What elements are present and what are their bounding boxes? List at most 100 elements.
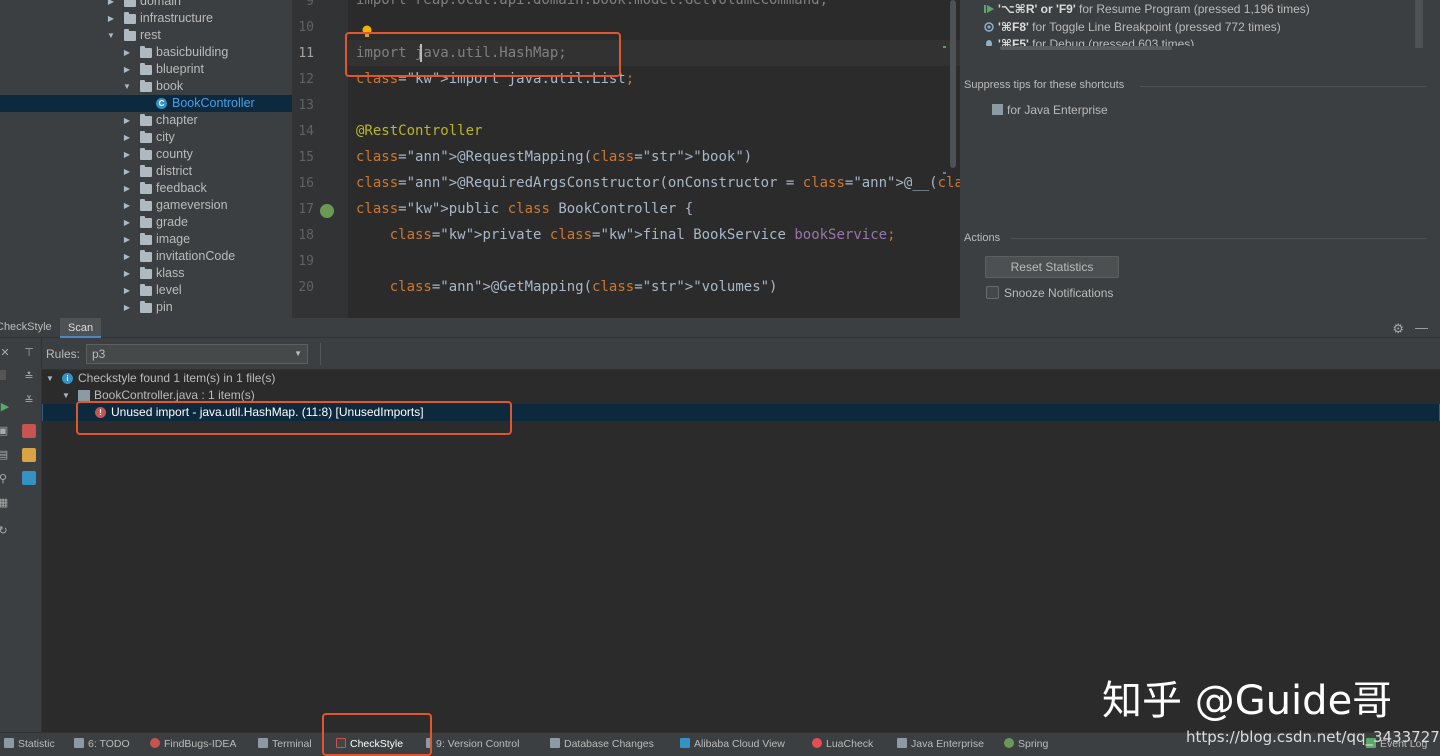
debug-icon: [986, 40, 992, 46]
toolwindow-terminal[interactable]: Terminal: [258, 738, 312, 750]
folder-icon: [140, 250, 152, 262]
tree-item-gameversion[interactable]: ▶ gameversion: [0, 197, 292, 214]
checkbox-box[interactable]: [986, 286, 999, 299]
database-icon: [550, 738, 560, 748]
chevron-right-icon[interactable]: ▶: [122, 265, 132, 282]
chevron-right-icon[interactable]: ▶: [122, 129, 132, 146]
spring-bean-icon[interactable]: [320, 204, 334, 218]
tips-horizontal-scrollbar[interactable]: [1000, 46, 1172, 50]
chevron-right-icon[interactable]: ▶: [122, 180, 132, 197]
gear-icon[interactable]: ⚙: [1392, 321, 1404, 337]
suppress-item-java-enterprise[interactable]: for Java Enterprise: [992, 103, 1108, 117]
chevron-right-icon[interactable]: ▶: [122, 112, 132, 129]
toolwindow-alibaba-cloud-view[interactable]: Alibaba Cloud View: [680, 738, 785, 750]
refresh-icon[interactable]: ↻: [0, 524, 10, 538]
tree-item-invitationcode[interactable]: ▶ invitationCode: [0, 248, 292, 265]
check-module-icon[interactable]: ▣: [0, 424, 10, 438]
chevron-right-icon[interactable]: ▶: [122, 197, 132, 214]
chevron-right-icon[interactable]: ▶: [106, 10, 116, 27]
toolwindow-version-control[interactable]: 9: Version Control: [426, 738, 519, 750]
highlight-box-issue: [76, 401, 512, 435]
folder-icon: [140, 80, 152, 92]
rules-label: Rules:: [46, 347, 81, 361]
close-icon[interactable]: ✕: [0, 346, 12, 360]
tree-item-book[interactable]: ▼ book: [0, 78, 292, 95]
chevron-right-icon[interactable]: ▶: [122, 214, 132, 231]
code-line: class="ann">@RequestMapping(class="str">…: [356, 149, 753, 165]
reset-statistics-button[interactable]: Reset Statistics: [985, 256, 1119, 278]
toolwindow-database-changes[interactable]: Database Changes: [550, 738, 654, 750]
toolwindow-spring[interactable]: Spring: [1004, 738, 1048, 750]
tree-item-feedback[interactable]: ▶ feedback: [0, 180, 292, 197]
tips-scrollbar[interactable]: [1415, 0, 1423, 48]
collapse-all-icon[interactable]: ≚: [22, 394, 36, 408]
chevron-right-icon[interactable]: ▶: [122, 231, 132, 248]
bug-icon: [150, 738, 160, 748]
editor-marker[interactable]: [943, 46, 946, 48]
tree-item-image[interactable]: ▶ image: [0, 231, 292, 248]
check-project-icon[interactable]: ▤: [0, 448, 10, 462]
chevron-down-icon[interactable]: ▼: [46, 370, 54, 387]
warning-filter-icon[interactable]: [22, 448, 36, 462]
chevron-right-icon[interactable]: ▶: [106, 0, 116, 10]
folder-icon: [124, 29, 136, 41]
editor-scrollbar[interactable]: [950, 0, 956, 168]
tree-item-district[interactable]: ▶ district: [0, 163, 292, 180]
toolwindow-luacheck[interactable]: LuaCheck: [812, 738, 873, 750]
folder-icon: [140, 46, 152, 58]
toolwindow-statistic[interactable]: Statistic: [4, 738, 55, 750]
watermark: 知乎 @Guide哥: [1102, 678, 1393, 724]
chevron-down-icon[interactable]: ▼: [294, 345, 302, 363]
watermark-url: https://blog.csdn.net/qq_34337272: [1186, 728, 1440, 746]
todo-icon: [74, 738, 84, 748]
chevron-down-icon[interactable]: ▼: [106, 27, 116, 44]
tree-item-grade[interactable]: ▶ grade: [0, 214, 292, 231]
toolwindow-java-enterprise[interactable]: Java Enterprise: [897, 738, 984, 750]
folder-icon: [140, 199, 152, 211]
snooze-notifications-checkbox[interactable]: Snooze Notifications: [986, 286, 1113, 300]
checkstyle-toolbar: ✕ ⊤ ≛ ▶ ≚ ▣ ▤ ⚲ ▦ ↻: [0, 338, 42, 732]
clear-icon[interactable]: ▦: [0, 496, 10, 510]
stop-icon[interactable]: [0, 370, 6, 380]
scan-changes-icon[interactable]: ⚲: [0, 472, 10, 486]
chevron-right-icon[interactable]: ▶: [122, 146, 132, 163]
chevron-right-icon[interactable]: ▶: [122, 248, 132, 265]
tree-item-city[interactable]: ▶ city: [0, 129, 292, 146]
tree-item-klass[interactable]: ▶ klass: [0, 265, 292, 282]
tab-scan[interactable]: Scan: [60, 318, 102, 338]
tree-item-basicbuilding[interactable]: ▶ basicbuilding: [0, 44, 292, 61]
tree-item-pin[interactable]: ▶ pin: [0, 299, 292, 316]
minimize-icon[interactable]: —: [1415, 320, 1428, 335]
chevron-right-icon[interactable]: ▶: [122, 282, 132, 299]
project-tree: ▶ domain ▶ infrastructure ▼ rest ▶ basic…: [0, 0, 292, 318]
tree-item-infrastructure[interactable]: ▶ infrastructure: [0, 10, 292, 27]
expand-all-icon[interactable]: ≛: [22, 370, 36, 384]
tree-item-blueprint[interactable]: ▶ blueprint: [0, 61, 292, 78]
code-line: class="ann">@GetMapping(class="str">"vol…: [389, 279, 778, 295]
chevron-right-icon[interactable]: ▶: [122, 299, 132, 316]
toolwindow-findbugs[interactable]: FindBugs-IDEA: [150, 738, 236, 750]
editor-marker[interactable]: [943, 172, 946, 174]
tree-item-chapter[interactable]: ▶ chapter: [0, 112, 292, 129]
spring-icon: [1004, 738, 1014, 748]
results-summary-row[interactable]: ▼ i Checkstyle found 1 item(s) in 1 file…: [42, 370, 1440, 387]
actions-section-label: Actions: [964, 232, 1001, 244]
chevron-right-icon[interactable]: ▶: [122, 61, 132, 78]
chevron-right-icon[interactable]: ▶: [122, 44, 132, 61]
rules-dropdown[interactable]: p3 ▼: [86, 344, 308, 364]
tree-item-level[interactable]: ▶ level: [0, 282, 292, 299]
folder-icon: [140, 216, 152, 228]
run-icon[interactable]: ▶: [0, 400, 12, 414]
toolwindow-todo[interactable]: 6: TODO: [74, 738, 130, 750]
info-filter-icon[interactable]: [22, 471, 36, 485]
chevron-down-icon[interactable]: ▼: [62, 387, 70, 404]
tree-item-bookcontroller[interactable]: C BookController: [0, 95, 292, 112]
error-filter-icon[interactable]: [22, 424, 36, 438]
line-number: 20: [298, 280, 314, 295]
tree-item-domain[interactable]: ▶ domain: [0, 0, 292, 10]
chevron-right-icon[interactable]: ▶: [122, 163, 132, 180]
chevron-down-icon[interactable]: ▼: [122, 78, 132, 95]
pin-icon[interactable]: ⊤: [22, 346, 36, 360]
tree-item-county[interactable]: ▶ county: [0, 146, 292, 163]
tree-item-rest[interactable]: ▼ rest: [0, 27, 292, 44]
